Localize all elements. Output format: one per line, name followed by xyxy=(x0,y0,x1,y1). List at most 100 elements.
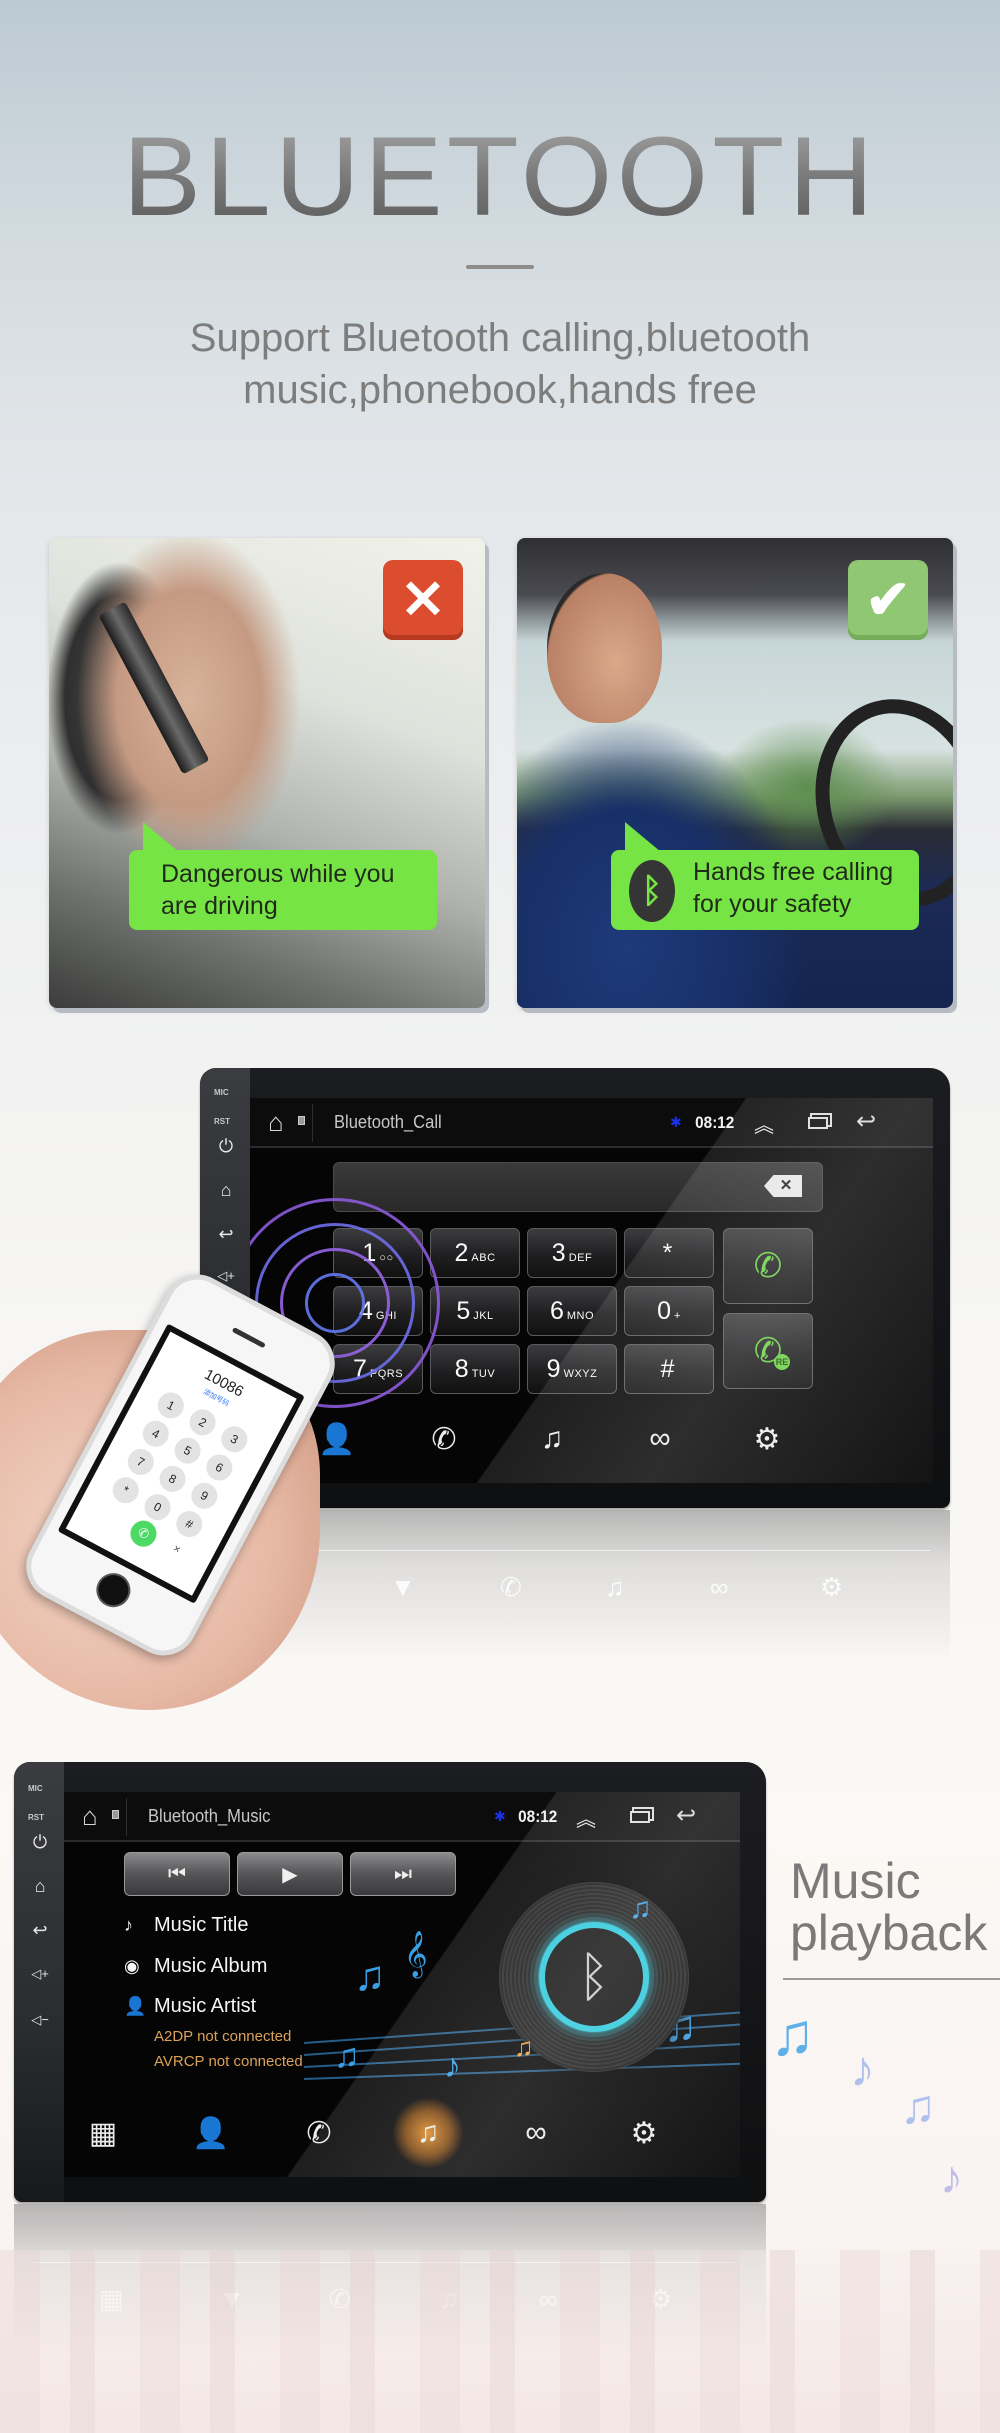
volume-up-icon[interactable]: ◁+ xyxy=(28,1966,52,1982)
recent-apps-icon[interactable] xyxy=(630,1811,650,1823)
redial-button[interactable]: ✆ RE xyxy=(723,1313,813,1389)
nav-link-button[interactable]: ∞ xyxy=(509,2110,563,2156)
nav-call-log-button[interactable]: ✆ xyxy=(292,2110,346,2156)
nav-call-log-button[interactable]: ✆ xyxy=(417,1416,471,1462)
dial-key-letters: ABC xyxy=(471,1252,496,1264)
bluetooth-icon: ᛒ xyxy=(629,860,675,922)
recent-apps-icon[interactable] xyxy=(808,1117,828,1129)
phone-key[interactable]: 1 xyxy=(153,1387,189,1424)
dial-key-digit: 8 xyxy=(454,1355,469,1383)
bluetooth-disc-icon: ᛒ xyxy=(539,1922,649,2032)
nav-settings-button[interactable]: ⚙ xyxy=(740,1416,794,1462)
music-playback-heading-line-2: playback xyxy=(790,1905,988,1961)
back-icon[interactable]: ↩ xyxy=(676,1801,696,1830)
phone-key[interactable]: 4 xyxy=(138,1416,174,1452)
nav-music-button[interactable]: ♫ xyxy=(393,2098,463,2168)
nav-dialpad-button[interactable]: ▦ xyxy=(76,2110,130,2156)
play-icon: ▶ xyxy=(282,1863,298,1886)
dial-key[interactable]: 2 ABC xyxy=(430,1228,520,1278)
phone-delete-button[interactable]: ✕ xyxy=(171,1543,182,1556)
music-note-decoration: ♫ xyxy=(514,2032,534,2062)
dial-key[interactable]: 8 TUV xyxy=(430,1344,520,1394)
power-icon[interactable]: ⏻ xyxy=(214,1136,238,1157)
next-button[interactable]: ⏭ xyxy=(350,1852,456,1896)
dial-key[interactable]: * xyxy=(624,1228,714,1278)
dial-key[interactable]: 5 JKL xyxy=(430,1286,520,1336)
bluetooth-disc: ᛒ ♫ ♫ xyxy=(499,1882,689,2072)
city-skyline-background xyxy=(0,2250,1000,2433)
album-icon: ◉ xyxy=(124,1956,140,1976)
back-icon[interactable]: ↩ xyxy=(28,1920,52,1941)
phone-key[interactable]: 5 xyxy=(169,1433,206,1469)
phone-key[interactable]: 3 xyxy=(216,1421,252,1457)
reflected-icon: ∞ xyxy=(710,1572,729,1602)
phone-key[interactable]: 9 xyxy=(186,1478,222,1514)
driver-illustration xyxy=(517,688,817,1008)
screen-title: Bluetooth_Call xyxy=(334,1112,442,1132)
reset-button[interactable]: RST xyxy=(214,1117,230,1126)
dial-key[interactable]: 9 WXYZ xyxy=(527,1344,617,1394)
artist-icon: 👤 xyxy=(124,1996,147,2016)
clock: 08:12 xyxy=(695,1113,735,1132)
nav-music-button[interactable]: ♫ xyxy=(525,1416,579,1462)
dial-key-letters: MNO xyxy=(566,1310,595,1322)
dial-key[interactable]: 3 DEF xyxy=(527,1228,617,1278)
volume-down-icon[interactable]: ◁− xyxy=(28,2012,52,2028)
chevron-up-icon[interactable]: ︽ xyxy=(754,1109,774,1138)
phone-home-button[interactable] xyxy=(90,1567,137,1614)
dial-key[interactable]: 0 + xyxy=(624,1286,714,1336)
dial-key-letters: DEF xyxy=(568,1252,593,1264)
play-button[interactable]: ▶ xyxy=(237,1852,343,1896)
dial-key-digit: 0 xyxy=(657,1297,671,1325)
reflected-icon: ▼ xyxy=(390,1572,416,1602)
phone-key[interactable]: 8 xyxy=(154,1461,191,1497)
dial-key[interactable]: # xyxy=(624,1344,714,1394)
home-icon[interactable]: ⌂ xyxy=(268,1107,284,1138)
dial-key-digit: 6 xyxy=(549,1297,564,1325)
phone-icon: ✆ xyxy=(753,1247,783,1285)
phone-key[interactable]: * xyxy=(108,1472,144,1508)
music-note-decoration: ♪ xyxy=(444,2047,461,2085)
nav-settings-button[interactable]: ⚙ xyxy=(617,2110,671,2156)
connection-status-text: AVRCP not connected xyxy=(154,2053,303,2070)
status-bar: ⌂ Bluetooth_Call ✱ 08:12 ︽ ↩ xyxy=(250,1098,933,1148)
back-icon[interactable]: ↩ xyxy=(214,1224,238,1245)
previous-button[interactable]: ⏮ xyxy=(124,1852,230,1896)
music-playback-heading: Music playback xyxy=(790,1855,987,1959)
track-info-label: Music Artist xyxy=(154,1995,257,2017)
reset-button[interactable]: RST xyxy=(28,1813,44,1822)
music-note-decoration: ♪ xyxy=(850,2041,875,2097)
dial-key-digit: 2 xyxy=(454,1239,469,1267)
home-icon[interactable]: ⌂ xyxy=(214,1180,238,1201)
redial-badge: RE xyxy=(774,1354,790,1370)
back-icon[interactable]: ↩ xyxy=(856,1107,876,1136)
phone-call-button[interactable]: ✆ xyxy=(125,1516,162,1552)
dial-key[interactable]: 6 MNO xyxy=(527,1286,617,1336)
chevron-up-icon[interactable]: ︽ xyxy=(576,1803,596,1832)
power-icon[interactable]: ⏻ xyxy=(28,1832,52,1853)
contacts-icon: 👤 xyxy=(318,1422,356,1456)
home-icon[interactable]: ⌂ xyxy=(82,1801,98,1832)
backspace-button[interactable]: ✕ xyxy=(764,1175,802,1197)
hero-subtitle-line-2: music,phonebook,hands free xyxy=(243,368,757,412)
dial-key-digit: * xyxy=(662,1239,673,1267)
dangerous-driving-card: ✕ Dangerous while you are driving xyxy=(49,538,485,1008)
home-icon[interactable]: ⌂ xyxy=(28,1876,52,1897)
nav-contacts-button[interactable]: 👤 xyxy=(184,2110,238,2156)
dialed-number-field[interactable]: ✕ xyxy=(333,1162,823,1212)
head-unit-music: MIC RST ⏻ ⌂ ↩ ◁+ ◁− ⌂ Bluetooth_Music ✱ … xyxy=(14,1762,766,2202)
call-button[interactable]: ✆ xyxy=(723,1228,813,1304)
phone-in-hand-illustration xyxy=(98,601,210,775)
nav-link-button[interactable]: ∞ xyxy=(633,1416,687,1462)
phone-key[interactable]: 0 xyxy=(139,1489,176,1525)
connection-status-text: A2DP not connected xyxy=(154,2028,292,2045)
phone-key[interactable]: 7 xyxy=(123,1444,159,1480)
phone-key[interactable]: 2 xyxy=(185,1404,221,1440)
phone-key[interactable]: 6 xyxy=(201,1449,237,1486)
signal-wave xyxy=(305,1273,365,1333)
checkmark-icon: ✔ xyxy=(848,560,928,640)
music-icon: ♫ xyxy=(540,1422,564,1455)
clock: 08:12 xyxy=(518,1807,558,1826)
phone-key[interactable]: # xyxy=(171,1506,207,1542)
screen-title: Bluetooth_Music xyxy=(148,1806,271,1826)
